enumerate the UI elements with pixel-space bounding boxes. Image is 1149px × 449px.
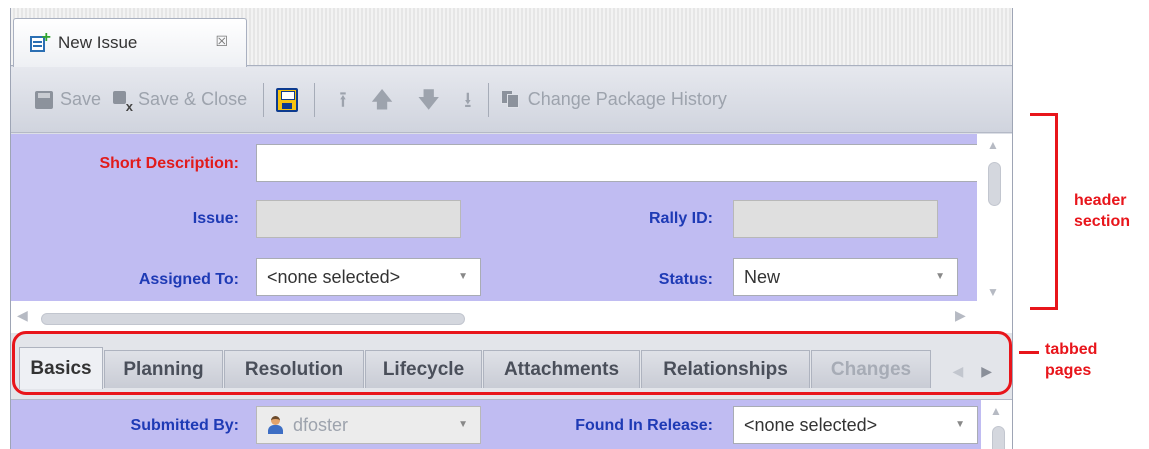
- user-icon: [267, 416, 283, 434]
- scroll-thumb[interactable]: [41, 313, 465, 325]
- change-package-history-label: Change Package History: [527, 89, 727, 109]
- found-in-release-value: <none selected>: [744, 414, 878, 435]
- toolbar: Save x Save & Close ⭱ 🡅 🡇 ⭳ Change Packa…: [11, 67, 1012, 133]
- move-down-icon[interactable]: 🡇: [417, 88, 440, 111]
- chevron-down-icon: ▼: [458, 271, 468, 282]
- scroll-thumb[interactable]: [992, 426, 1005, 449]
- assigned-to-dropdown[interactable]: <none selected> ▼: [256, 258, 481, 296]
- toolbar-separator: [487, 82, 489, 117]
- scroll-up-icon[interactable]: ▲: [990, 404, 1002, 418]
- rally-id-field: [733, 200, 938, 238]
- annotation-line: tabbed: [1045, 341, 1098, 358]
- issue-field: [256, 200, 461, 238]
- save-icon: [35, 90, 53, 109]
- found-in-release-label: Found In Release:: [575, 417, 713, 434]
- short-description-label: Short Description:: [99, 155, 239, 172]
- submitted-by-value: dfoster: [293, 414, 349, 435]
- annotation-line: header: [1074, 192, 1127, 209]
- issue-label: Issue:: [192, 210, 239, 227]
- scroll-left-icon[interactable]: ◀: [17, 307, 28, 324]
- tab-new-issue[interactable]: + New Issue ☒: [13, 18, 247, 67]
- tabbed-pages-highlight: [12, 331, 1012, 395]
- assigned-to-value: <none selected>: [267, 266, 401, 287]
- save-and-close-button[interactable]: x Save & Close: [113, 89, 248, 114]
- assigned-to-label: Assigned To:: [138, 271, 239, 288]
- header-vertical-scrollbar[interactable]: ▲ ▼: [977, 134, 1012, 301]
- header-section-bracket: [1030, 113, 1058, 310]
- rally-id-label: Rally ID:: [648, 210, 713, 227]
- tabbed-pages-connector: [1019, 351, 1039, 354]
- basics-vertical-scrollbar[interactable]: ▲: [981, 400, 1012, 449]
- submitted-by-dropdown: dfoster ▼: [256, 406, 481, 444]
- save-button[interactable]: Save: [35, 89, 101, 110]
- scroll-right-icon[interactable]: ▶: [955, 307, 966, 324]
- save-all-icon[interactable]: [276, 87, 299, 112]
- move-up-icon[interactable]: 🡅: [371, 88, 394, 111]
- change-package-history-button[interactable]: Change Package History: [500, 89, 727, 110]
- scroll-down-icon[interactable]: ▼: [987, 285, 999, 299]
- close-icon[interactable]: ☒: [215, 33, 228, 50]
- scroll-thumb[interactable]: [988, 162, 1001, 206]
- status-label: Status:: [658, 271, 713, 288]
- save-label: Save: [60, 89, 102, 109]
- toolbar-separator: [263, 82, 265, 117]
- chevron-down-icon: ▼: [955, 419, 965, 430]
- move-to-bottom-icon[interactable]: ⭳: [464, 88, 472, 111]
- basics-page: Submitted By: dfoster ▼ Found In Release…: [11, 400, 1012, 449]
- save-close-icon: x: [113, 90, 133, 114]
- tab-title: New Issue: [58, 33, 138, 52]
- submitted-by-label: Submitted By:: [130, 417, 239, 434]
- scroll-up-icon[interactable]: ▲: [987, 138, 999, 152]
- change-package-icon: [500, 89, 521, 110]
- header-horizontal-scrollbar[interactable]: ◀ ▶: [11, 301, 1012, 333]
- tabbed-pages-annotation: tabbed pages: [1045, 339, 1097, 381]
- toolbar-separator: [314, 82, 316, 117]
- new-issue-icon: +: [28, 30, 51, 53]
- status-dropdown[interactable]: New ▼: [733, 258, 958, 296]
- header-section: Short Description: Issue: Rally ID: Assi…: [11, 134, 1012, 301]
- annotation-line: section: [1074, 213, 1131, 230]
- save-close-label: Save & Close: [138, 89, 248, 109]
- chevron-down-icon: ▼: [458, 419, 468, 430]
- header-section-annotation: header section: [1074, 190, 1130, 232]
- status-value: New: [744, 266, 781, 287]
- found-in-release-dropdown[interactable]: <none selected> ▼: [733, 406, 978, 444]
- short-description-input[interactable]: [256, 144, 986, 182]
- chevron-down-icon: ▼: [935, 271, 945, 282]
- move-to-top-icon[interactable]: ⭱: [339, 88, 347, 111]
- annotation-line: pages: [1045, 362, 1092, 379]
- document-tab-strip: + New Issue ☒: [11, 8, 1012, 67]
